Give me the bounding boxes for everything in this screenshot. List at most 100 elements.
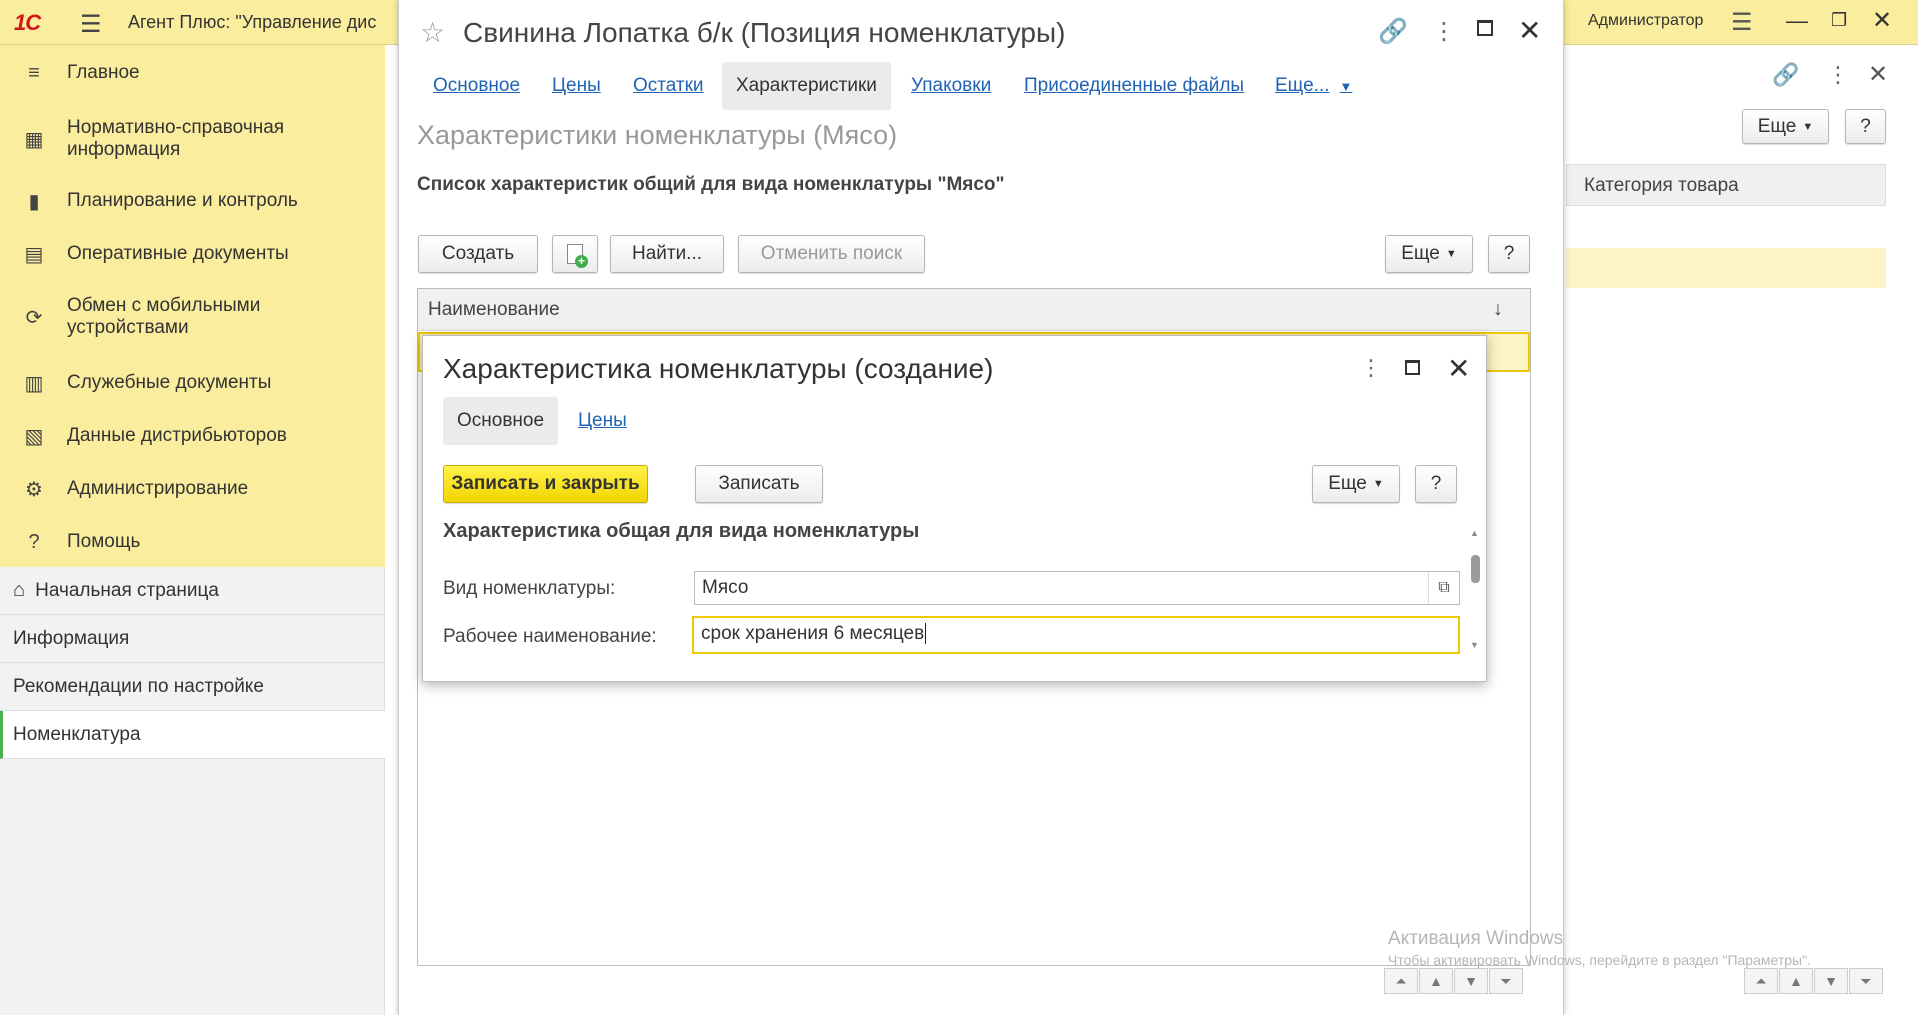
dialog-more-button[interactable]: Еще ▼ [1312,465,1400,503]
kind-field[interactable]: Мясо [694,571,1429,605]
scroll-first-icon[interactable]: ⏶ [1744,968,1778,994]
tab-more[interactable]: Еще... ▼ [1275,62,1352,110]
column-header-name[interactable]: Наименование [418,289,1530,331]
dialog-tab-main[interactable]: Основное [443,397,559,445]
nav-item-information[interactable]: Информация [0,615,385,663]
copy-add-button[interactable]: + [552,235,598,273]
more-actions-icon[interactable]: ⋮ [1360,355,1382,381]
windows-activation-title: Активация Windows [1388,928,1564,949]
sidebar-item-service-docs[interactable]: ▥ Служебные документы [0,363,385,403]
logo-1c: 1С [14,10,41,35]
more-button[interactable]: Еще ▼ [1385,235,1473,273]
close-icon[interactable]: ✕ [1447,352,1470,385]
tab-characteristics[interactable]: Характеристики [722,62,891,110]
list-description: Список характеристик общий для вида номе… [417,174,1005,195]
minimize-icon[interactable]: — [1786,8,1808,34]
restore-window-icon[interactable]: ❐ [1831,10,1847,31]
tab-prices[interactable]: Цены [552,62,601,110]
sidebar-item-label: Служебные документы [67,372,272,393]
scroll-up-icon[interactable]: ▲ [1779,968,1813,994]
tab-stock[interactable]: Остатки [633,62,704,110]
save-button[interactable]: Записать [695,465,823,503]
create-button[interactable]: Создать [418,235,538,273]
user-name[interactable]: Администратор [1588,12,1703,30]
scroll-down-icon[interactable]: ▼ [1470,640,1479,650]
tab-attached-files[interactable]: Присоединенные файлы [1024,62,1244,110]
document-add-icon: + [567,244,588,268]
close-app-icon[interactable]: ✕ [1872,6,1892,35]
sidebar-item-label: Планирование и контроль [67,190,298,211]
more-actions-icon[interactable]: ⋮ [1827,62,1849,88]
scroll-first-icon[interactable]: ⏶ [1384,968,1418,994]
maximize-icon[interactable] [1405,360,1420,375]
nav-item-nomenclature[interactable]: Номенклатура [0,711,385,759]
dropdown-icon: ▼ [1372,478,1384,490]
tab-packages[interactable]: Упаковки [911,62,991,110]
button-label: Еще [1757,115,1797,137]
close-icon[interactable]: ✕ [1868,60,1888,89]
form-title: Свинина Лопатка б/к (Позиция номенклатур… [463,17,1066,48]
button-label: Еще [1401,243,1440,264]
menu-lines-icon: ≡ [28,61,40,84]
scroll-last-icon[interactable]: ⏷ [1849,968,1883,994]
save-and-close-button[interactable]: Записать и закрыть [443,465,648,503]
scroll-down-icon[interactable]: ▼ [1454,968,1488,994]
button-label: Еще [1328,473,1367,494]
sidebar-item-label: Оперативные документы [67,243,289,264]
sidebar-item-mobile-exchange[interactable]: ⟳ Обмен с мобильными устройствами [0,293,385,341]
sidebar-item-help[interactable]: ? Помощь [0,522,385,562]
cancel-search-button[interactable]: Отменить поиск [738,235,925,273]
settings-menu-icon[interactable]: ☰ [1731,8,1753,37]
sidebar-item-planning[interactable]: ▮ Планирование и контроль [0,181,385,221]
nav-item-setup-recommendations[interactable]: Рекомендации по настройке [0,663,385,711]
column-header-category[interactable]: Категория товара [1566,164,1886,206]
open-icon[interactable]: ⧉ [1428,571,1460,605]
bg-more-button[interactable]: Еще ▼ [1742,109,1829,144]
dialog-tab-prices[interactable]: Цены [578,397,627,445]
link-icon[interactable]: 🔗 [1772,62,1799,88]
scroll-up-icon[interactable]: ▲ [1470,528,1479,538]
nav-item-label: Рекомендации по настройке [13,675,264,697]
sidebar-item-label: Нормативно-справочная информация [67,117,285,160]
favorite-star-icon[interactable]: ☆ [420,16,445,49]
dropdown-icon: ▼ [1339,78,1353,94]
sections-panel: ≡ Главное ▦ Нормативно-справочная информ… [0,45,385,567]
more-actions-icon[interactable]: ⋮ [1432,17,1456,46]
main-menu-icon[interactable]: ☰ [80,10,102,39]
kind-label: Вид номенклатуры: [443,578,616,599]
sidebar-item-distributor-data[interactable]: ▧ Данные дистрибьюторов [0,416,385,456]
sidebar-item-label: Данные дистрибьюторов [67,425,287,446]
scroll-down-icon[interactable]: ▼ [1814,968,1848,994]
tab-main[interactable]: Основное [433,62,520,110]
maximize-icon[interactable] [1477,20,1493,36]
table-row[interactable] [1566,248,1886,288]
sidebar-item-label: Главное [67,62,140,83]
bg-help-button[interactable]: ? [1845,109,1886,144]
sync-icon: ⟳ [25,306,43,329]
scroll-last-icon[interactable]: ⏷ [1489,968,1523,994]
home-icon: ⌂ [13,579,26,601]
nav-item-home[interactable]: ⌂ Начальная страница [0,567,385,615]
documents-icon: ▤ [24,243,44,266]
nav-item-label: Информация [13,627,130,649]
name-field-value: срок хранения 6 месяцев [701,623,925,644]
help-button[interactable]: ? [1488,235,1530,273]
gear-icon: ⚙ [25,478,43,501]
name-field[interactable]: срок хранения 6 месяцев [692,616,1460,654]
close-icon[interactable]: ✕ [1518,14,1541,47]
help-icon: ? [28,530,40,553]
sort-arrow-icon[interactable]: ↓ [1493,298,1503,321]
sidebar-item-operational-docs[interactable]: ▤ Оперативные документы [0,234,385,274]
sidebar-item-main[interactable]: ≡ Главное [0,53,385,93]
scroll-up-icon[interactable]: ▲ [1419,968,1453,994]
dialog-help-button[interactable]: ? [1415,465,1457,503]
sidebar-item-reference-info[interactable]: ▦ Нормативно-справочная информация [0,115,385,163]
dialog-section-title: Характеристика общая для вида номенклату… [443,520,920,542]
nav-item-label: Начальная страница [35,579,219,601]
open-windows-panel: ⌂ Начальная страница Информация Рекоменд… [0,567,385,1015]
sidebar-item-administration[interactable]: ⚙ Администрирование [0,469,385,509]
link-icon[interactable]: 🔗 [1378,17,1408,46]
distributor-data-icon: ▧ [24,425,44,448]
scrollbar-thumb[interactable] [1471,555,1480,583]
find-button[interactable]: Найти... [610,235,724,273]
